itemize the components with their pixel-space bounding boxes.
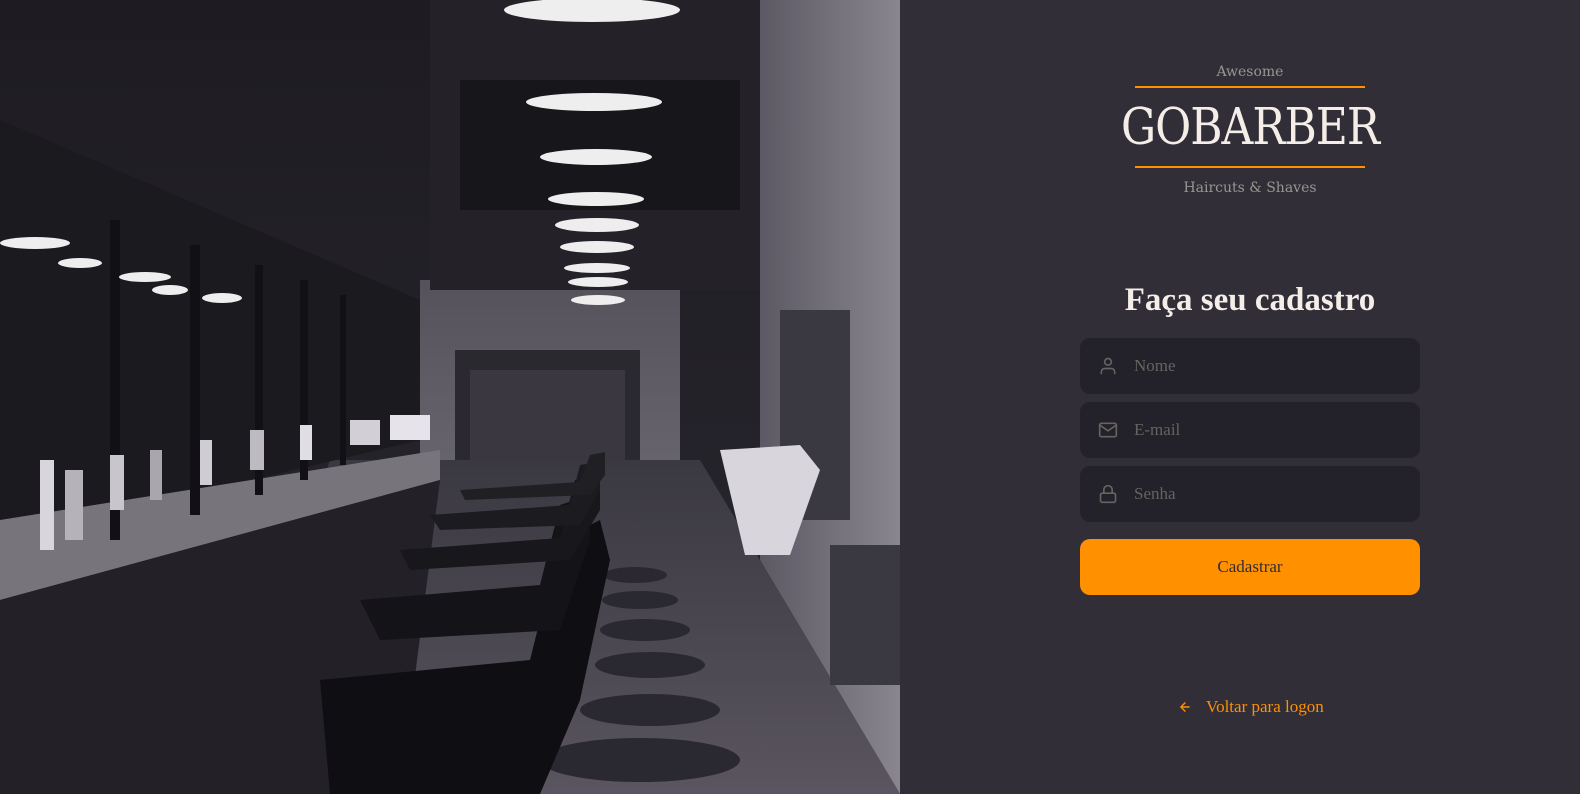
lock-icon [1099, 484, 1117, 504]
logo-divider [1135, 166, 1365, 168]
password-input[interactable] [1134, 484, 1394, 504]
name-field[interactable] [1080, 338, 1420, 394]
logo-name: GOBARBER [1120, 97, 1380, 157]
arrow-left-icon [1180, 702, 1190, 712]
back-link-label: Voltar para logon [1206, 697, 1324, 716]
logo-top-text: Awesome [1216, 64, 1284, 80]
logo-main-row: GOBARBER [1121, 88, 1380, 166]
form-title: Faça seu cadastro [1124, 282, 1376, 318]
name-input[interactable] [1134, 356, 1394, 376]
gobarber-logo: Awesome GOBARBER Haircuts & Shaves [1121, 62, 1380, 196]
email-input[interactable] [1134, 420, 1394, 440]
mail-icon [1098, 422, 1118, 438]
email-field[interactable] [1080, 402, 1420, 458]
signup-panel: Awesome GOBARBER Haircuts & Shaves Faça … [900, 0, 1580, 794]
password-field[interactable] [1080, 466, 1420, 522]
signup-form: Faça seu cadastro Cadastrar [1080, 280, 1420, 595]
user-icon [1100, 357, 1116, 375]
back-to-logon-link[interactable]: Voltar para logon [1178, 697, 1324, 717]
signup-button[interactable]: Cadastrar [1080, 539, 1420, 595]
logo-bottom-text: Haircuts & Shaves [1183, 180, 1317, 196]
barbershop-photo [0, 0, 900, 794]
